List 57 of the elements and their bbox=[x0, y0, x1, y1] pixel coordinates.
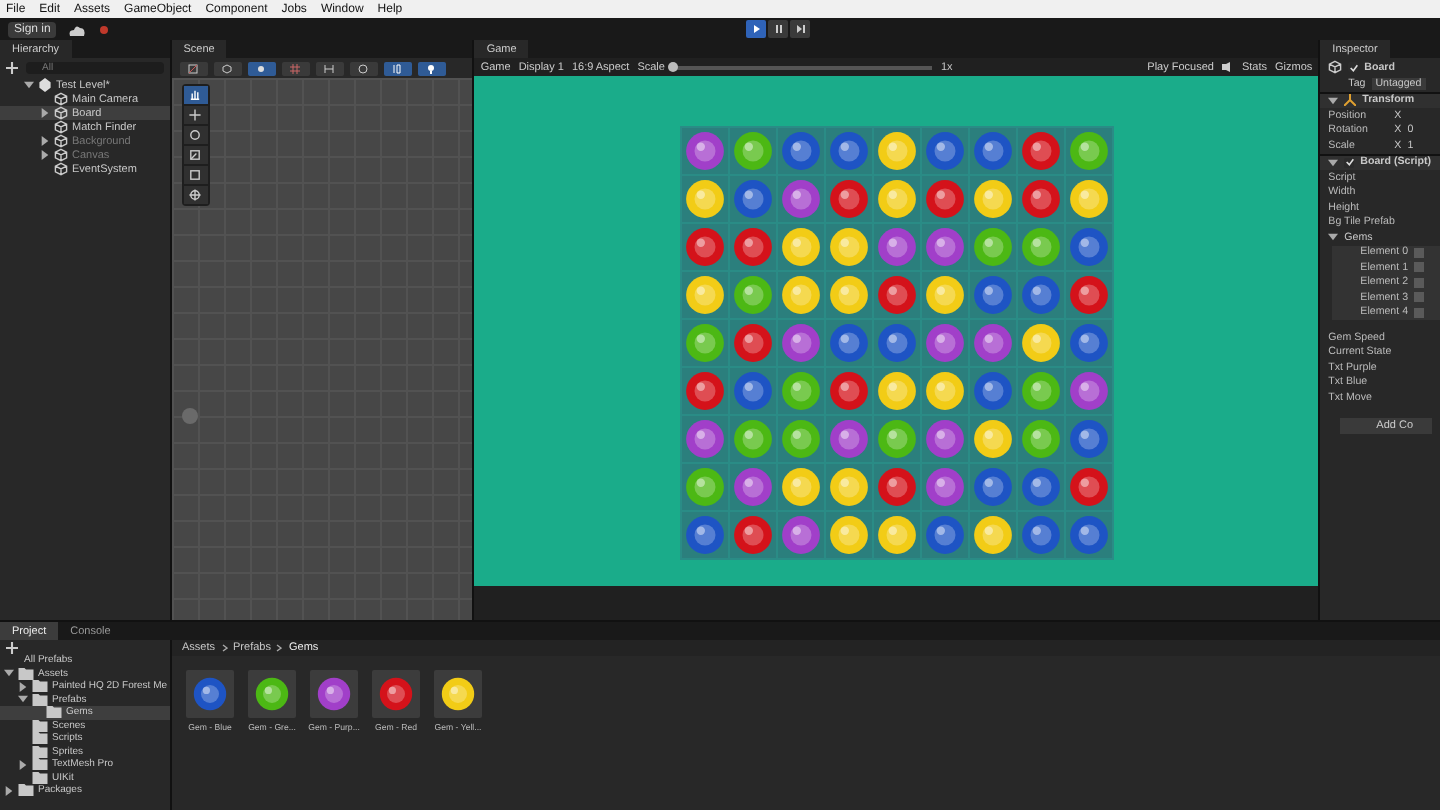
collapsed-arrow-icon[interactable] bbox=[40, 108, 50, 118]
gizmo-toggle[interactable] bbox=[349, 61, 378, 75]
slider-thumb[interactable] bbox=[668, 61, 679, 71]
chevron-icon bbox=[221, 644, 228, 652]
expanded-arrow-icon[interactable] bbox=[18, 694, 28, 705]
expanded-arrow-icon[interactable] bbox=[1328, 157, 1339, 168]
collapsed-arrow-icon[interactable] bbox=[18, 681, 28, 692]
collapsed-arrow-icon[interactable] bbox=[4, 785, 14, 796]
active-checkbox[interactable] bbox=[1348, 62, 1359, 72]
sphere-icon bbox=[358, 63, 369, 73]
collapsed-arrow-icon[interactable] bbox=[18, 759, 28, 770]
transform-tool-button[interactable] bbox=[183, 186, 208, 204]
scale-icon bbox=[188, 148, 203, 162]
rotate-tool-button[interactable] bbox=[183, 126, 208, 144]
chevron-icon bbox=[276, 644, 283, 652]
grid-icon bbox=[290, 63, 301, 73]
expanded-arrow-icon[interactable] bbox=[4, 668, 14, 679]
snap-toggle[interactable] bbox=[315, 61, 344, 75]
transform-icon bbox=[188, 188, 203, 202]
pivot-toggle[interactable] bbox=[247, 61, 276, 75]
add-icon[interactable] bbox=[6, 641, 18, 653]
step-button[interactable] bbox=[790, 20, 810, 38]
play-icon bbox=[751, 24, 761, 34]
move-icon bbox=[188, 108, 203, 122]
shading-icon bbox=[188, 63, 199, 73]
checkmark-icon bbox=[1345, 158, 1354, 167]
play-button[interactable] bbox=[746, 20, 766, 38]
move-tool-button[interactable] bbox=[183, 106, 208, 124]
scale-tool-button[interactable] bbox=[183, 146, 208, 164]
flat-view-icon bbox=[392, 63, 403, 73]
dot-icon[interactable] bbox=[98, 23, 111, 35]
pause-icon bbox=[773, 24, 783, 34]
expanded-arrow-icon[interactable] bbox=[1328, 232, 1339, 243]
checkmark-icon bbox=[1349, 63, 1358, 71]
rect-icon bbox=[188, 168, 203, 182]
step-icon bbox=[795, 24, 805, 34]
grid-toggle[interactable] bbox=[281, 61, 310, 75]
hand-tool-button[interactable] bbox=[183, 86, 208, 104]
bulb-icon bbox=[426, 63, 437, 73]
pivot-icon bbox=[256, 63, 267, 73]
rect-tool-button[interactable] bbox=[183, 166, 208, 184]
render-toggle[interactable] bbox=[213, 61, 242, 75]
rotate-icon bbox=[188, 128, 203, 142]
cube-icon bbox=[1328, 60, 1343, 74]
add-icon[interactable] bbox=[6, 62, 18, 74]
lighting-toggle[interactable] bbox=[417, 61, 446, 75]
expanded-arrow-icon[interactable] bbox=[1328, 95, 1339, 106]
shading-toggle[interactable] bbox=[179, 61, 208, 75]
pause-button[interactable] bbox=[768, 20, 788, 38]
cube-icon bbox=[222, 63, 233, 73]
flat-toggle[interactable] bbox=[383, 61, 412, 75]
transform-icon bbox=[1344, 94, 1357, 107]
snap-icon bbox=[324, 63, 335, 73]
enabled-checkbox[interactable] bbox=[1344, 157, 1355, 168]
expanded-arrow-icon[interactable] bbox=[24, 80, 34, 90]
speaker-icon[interactable] bbox=[1221, 62, 1234, 72]
cloud-icon[interactable] bbox=[68, 23, 87, 35]
